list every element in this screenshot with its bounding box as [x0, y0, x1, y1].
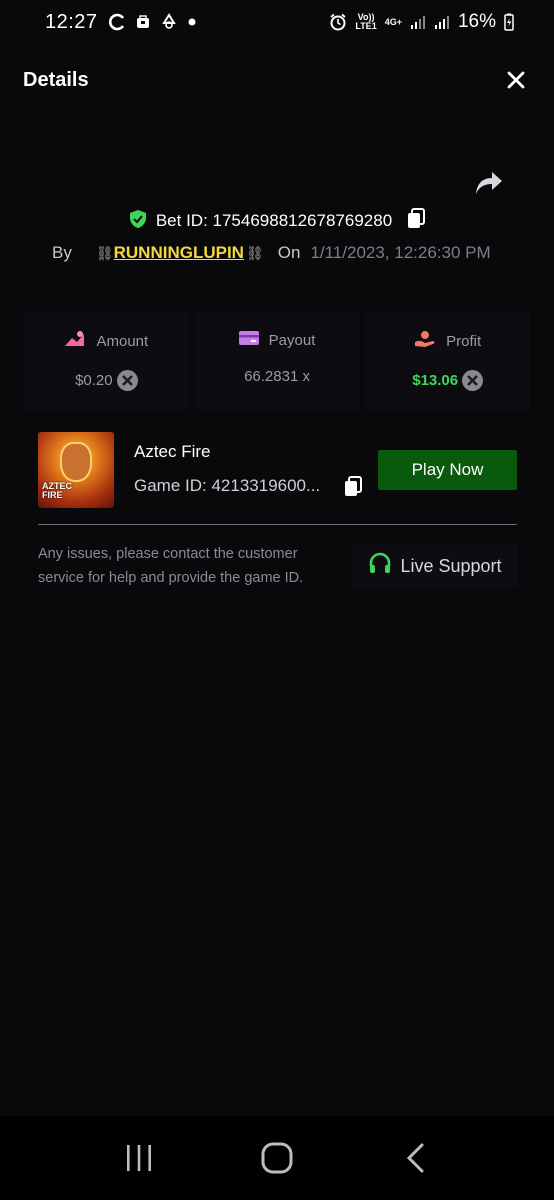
battery-icon — [504, 13, 514, 31]
currency-coin-icon — [116, 370, 138, 391]
stat-payout: Payout 66.2831 x — [194, 312, 360, 410]
bag-icon — [136, 15, 150, 29]
on-label: On — [277, 243, 301, 262]
play-now-button[interactable]: Play Now — [378, 450, 517, 490]
signal-icon — [410, 14, 426, 30]
game-name: Aztec Fire — [134, 442, 211, 461]
share-icon — [476, 172, 502, 194]
divider — [38, 524, 517, 525]
game-id: Game ID: 4213319600... — [134, 476, 321, 495]
by-label: By — [52, 243, 72, 262]
bet-id: Bet ID: 1754698812678769280 — [155, 211, 393, 230]
verified-shield-icon — [128, 209, 148, 234]
game-character-image — [60, 442, 92, 482]
bet-stats: Amount $0.20 Payout 66.2831 x Profit $13… — [24, 312, 531, 410]
game-thumbnail-text: AZTEC FIRE — [42, 481, 72, 500]
game-thumbnail[interactable]: AZTEC FIRE — [38, 432, 114, 508]
bettor-row: By ⛓ RUNNINGLUPIN ⛓ On 1/11/2023, 12:26:… — [52, 240, 491, 266]
recents-icon — [127, 1145, 151, 1171]
chain-icon-right: ⛓ — [245, 244, 264, 261]
status-time: 12:27 — [45, 10, 98, 33]
amount-icon — [64, 330, 86, 352]
live-support-button[interactable]: Live Support — [352, 544, 518, 588]
game-card: AZTEC FIRE Aztec Fire Game ID: 421331960… — [38, 432, 518, 508]
close-button[interactable] — [502, 66, 530, 94]
currency-coin-icon — [462, 370, 484, 391]
back-icon — [406, 1143, 424, 1173]
profit-label: Profit — [446, 332, 482, 350]
home-button[interactable] — [247, 1128, 307, 1188]
profit-value: $13.06 — [412, 372, 459, 389]
amount-label: Amount — [96, 332, 149, 350]
home-icon — [261, 1142, 293, 1174]
alarm-icon — [329, 13, 347, 31]
network-type-indicator: 4G+ — [384, 16, 402, 27]
page-title: Details — [23, 68, 89, 91]
support-help-text: Any issues, please contact the customer … — [38, 546, 304, 586]
sync-icon — [108, 13, 126, 31]
header: Details — [0, 56, 554, 104]
live-support-label: Live Support — [400, 555, 502, 576]
card-icon — [238, 330, 259, 350]
recents-button[interactable] — [109, 1128, 169, 1188]
profit-hand-icon — [414, 330, 436, 352]
copy-icon — [345, 476, 362, 496]
share-button[interactable] — [474, 170, 504, 198]
status-bar: 12:27 Vo)) LTE1 4G+ 16% — [0, 0, 554, 44]
amount-value: $0.20 — [75, 372, 113, 389]
username-link[interactable]: RUNNINGLUPIN — [114, 243, 244, 263]
signal-icon-2 — [434, 14, 450, 30]
payout-value: 66.2831 x — [244, 368, 310, 385]
copy-bet-id-button[interactable] — [406, 207, 426, 235]
bet-id-row: Bet ID: 1754698812678769280 — [0, 206, 554, 236]
notification-dot-icon — [188, 18, 196, 26]
battery-percent: 16% — [457, 11, 496, 32]
volte-indicator: Vo)) LTE1 — [355, 12, 377, 31]
payout-label: Payout — [268, 331, 316, 349]
back-button[interactable] — [385, 1128, 445, 1188]
recycle-icon — [160, 13, 178, 31]
bet-datetime: 1/11/2023, 12:26:30 PM — [310, 243, 491, 262]
headset-icon — [368, 552, 392, 581]
copy-icon — [408, 207, 426, 228]
stat-profit: Profit $13.06 — [365, 312, 531, 410]
chain-icon-left: ⛓ — [95, 244, 114, 261]
stat-amount: Amount $0.20 — [24, 312, 189, 410]
close-icon — [507, 71, 525, 89]
copy-game-id-button[interactable] — [343, 476, 363, 503]
system-nav-bar — [0, 1116, 554, 1200]
